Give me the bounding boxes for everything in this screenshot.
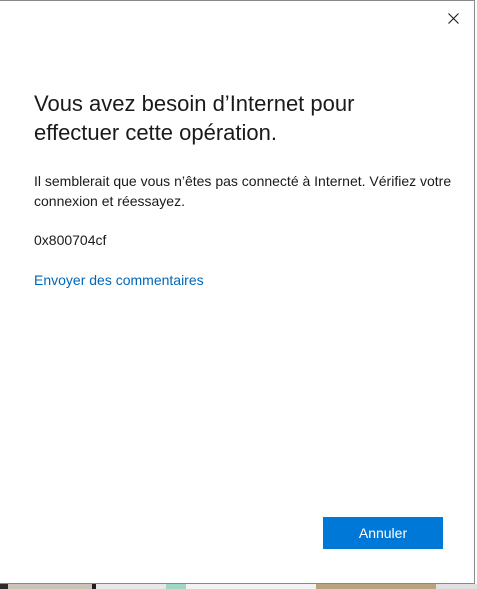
cancel-button[interactable]: Annuler (323, 517, 443, 549)
error-dialog: Vous avez besoin d’Internet pour effectu… (0, 0, 475, 584)
close-button[interactable] (442, 7, 464, 29)
dialog-title: Vous avez besoin d’Internet pour effectu… (34, 91, 355, 145)
error-code: 0x800704cf (34, 232, 107, 248)
close-icon (447, 12, 459, 24)
send-feedback-link[interactable]: Envoyer des commentaires (34, 270, 204, 290)
background-strip (0, 584, 477, 589)
dialog-message: Il semblerait que vous n’êtes pas connec… (34, 173, 452, 209)
